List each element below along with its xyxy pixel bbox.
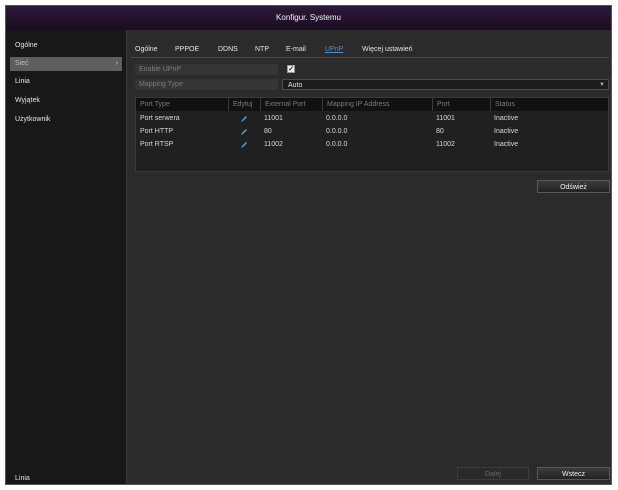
mapping-type-row: Mapping Type Auto ▼ <box>135 79 609 90</box>
sidebar-item-label: Użytkownik <box>15 116 51 123</box>
column-header-status: Status <box>490 98 608 111</box>
chevron-right-icon: › <box>115 60 118 67</box>
sidebar-item-label: Sieć <box>15 60 29 67</box>
mapping-ip-cell: 0.0.0.0 <box>326 141 348 148</box>
mapping-type-value: Auto <box>288 82 303 89</box>
external-port-cell: 80 <box>264 128 272 135</box>
column-header-port-type: Port Type <box>140 101 170 108</box>
tab-ntp[interactable]: NTP <box>255 44 269 56</box>
port-type-cell: Port serwera <box>140 115 180 122</box>
enable-upnp-label: Enable UPnP <box>135 64 278 75</box>
system-config-window: Konfigur. Systemu Ogólne Sieć › Linia Wy… <box>5 5 612 485</box>
table-row[interactable]: Port RTSP 11002 0.0.0.0 11002 Inactive <box>136 138 608 151</box>
table-row[interactable]: Port serwera 11001 0.0.0.0 11001 Inactiv… <box>136 112 608 125</box>
pencil-icon[interactable] <box>240 115 248 123</box>
port-type-cell: Port HTTP <box>140 128 174 135</box>
port-type-cell: Port RTSP <box>140 141 174 148</box>
pencil-icon[interactable] <box>240 141 248 149</box>
sidebar-item-label: Linia <box>15 78 30 85</box>
column-header-edit: Edytuj <box>228 98 260 111</box>
port-mapping-table: Port Type Edytuj External Port Mapping I… <box>135 97 609 172</box>
port-cell: 11002 <box>436 141 455 148</box>
refresh-button[interactable]: Odśwież <box>537 180 610 193</box>
tab-general[interactable]: Ogólne <box>135 44 158 56</box>
sidebar: Ogólne Sieć › Linia Wyjątek Użytkownik L… <box>6 30 127 484</box>
external-port-cell: 11002 <box>264 141 283 148</box>
mapping-ip-cell: 0.0.0.0 <box>326 128 348 135</box>
sidebar-item-user[interactable]: Użytkownik <box>10 113 122 127</box>
pencil-icon[interactable] <box>240 128 248 136</box>
sidebar-item-exception[interactable]: Wyjątek <box>10 94 122 108</box>
sidebar-item-network[interactable]: Sieć › <box>10 57 122 71</box>
sidebar-item-general[interactable]: Ogólne <box>10 39 122 53</box>
tab-divider <box>131 57 609 58</box>
tab-ddns[interactable]: DDNS <box>218 44 238 56</box>
external-port-cell: 11001 <box>264 115 283 122</box>
enable-upnp-checkbox[interactable]: ✓ <box>287 65 295 73</box>
port-cell: 80 <box>436 128 444 135</box>
column-header-mapping-ip: Mapping IP Address <box>322 98 432 111</box>
window-title: Konfigur. Systemu <box>6 6 611 30</box>
enable-upnp-row: Enable UPnP ✓ <box>135 64 609 75</box>
column-header-port: Port <box>432 98 490 111</box>
tab-upnp[interactable]: UPnP <box>325 44 343 56</box>
tab-pppoe[interactable]: PPPOE <box>175 44 199 56</box>
chevron-down-icon: ▼ <box>599 82 605 88</box>
sidebar-item-line[interactable]: Linia <box>10 75 122 89</box>
mapping-type-select[interactable]: Auto ▼ <box>282 79 609 90</box>
back-button[interactable]: Wstecz <box>537 467 610 480</box>
sidebar-item-label: Ogólne <box>15 42 38 49</box>
tab-more-settings[interactable]: Więcej ustawień <box>362 44 413 56</box>
network-settings-panel: Ogólne PPPOE DDNS NTP E-mail UPnP Więcej… <box>127 30 611 484</box>
table-row[interactable]: Port HTTP 80 0.0.0.0 80 Inactive <box>136 125 608 138</box>
column-header-external-port: External Port <box>260 98 322 111</box>
mapping-type-label: Mapping Type <box>135 79 278 90</box>
mapping-ip-cell: 0.0.0.0 <box>326 115 348 122</box>
port-cell: 11001 <box>436 115 455 122</box>
status-cell: Inactive <box>494 128 519 135</box>
table-header: Port Type Edytuj External Port Mapping I… <box>136 98 608 111</box>
status-cell: Inactive <box>494 141 519 148</box>
sidebar-item-label: Wyjątek <box>15 97 40 104</box>
sidebar-bottom-label[interactable]: Linia <box>15 475 30 482</box>
tab-email[interactable]: E-mail <box>286 44 306 56</box>
apply-button[interactable]: Dalej <box>457 467 529 480</box>
status-cell: Inactive <box>494 115 519 122</box>
